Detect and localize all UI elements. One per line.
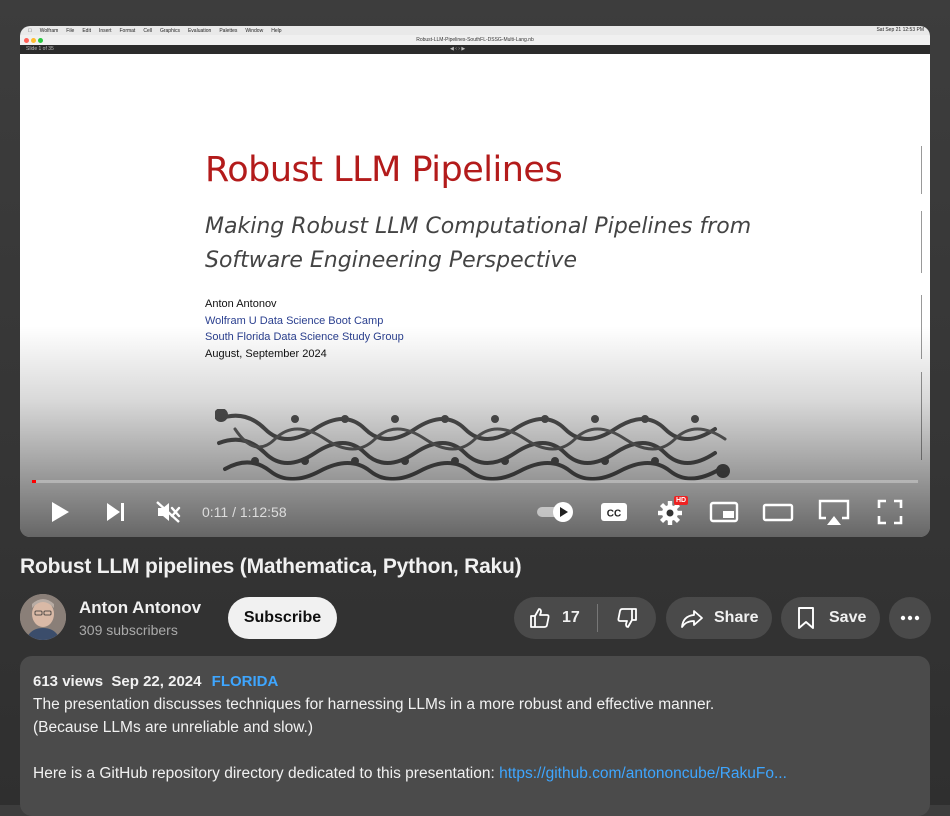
- like-count: 17: [562, 609, 580, 626]
- share-icon: [681, 610, 703, 628]
- share-label: Share: [714, 609, 759, 626]
- menu-item: Edit: [78, 27, 91, 34]
- channel-name[interactable]: Anton Antonov: [79, 598, 201, 618]
- play-icon: [52, 502, 69, 522]
- menu-item: Window: [241, 27, 263, 34]
- time-current: 0:11: [202, 504, 229, 520]
- channel-avatar[interactable]: [20, 594, 66, 640]
- mac-menubar:  Wolfram File Edit Insert Format Cell G…: [20, 26, 930, 35]
- time-display: 0:11 / 1:12:58: [202, 504, 287, 520]
- airplay-button[interactable]: [814, 492, 854, 532]
- slide-subtitle: Making Robust LLM Computational Pipeline…: [205, 214, 752, 273]
- location-tag[interactable]: FLORIDA: [212, 673, 279, 690]
- hd-badge: HD: [674, 496, 689, 505]
- share-button[interactable]: Share: [666, 597, 772, 639]
- presentation-slide: Robust LLM Pipelines Making Robust LLM C…: [20, 54, 930, 537]
- slide-author: Anton Antonov: [205, 298, 277, 310]
- menu-item: Evaluation: [184, 27, 211, 34]
- description-line: (Because LLMs are unreliable and slow.): [33, 719, 314, 736]
- apple-icon: : [28, 28, 32, 34]
- autoplay-toggle-icon: [537, 502, 573, 522]
- subscribe-button[interactable]: Subscribe: [228, 597, 337, 639]
- miniplayer-button[interactable]: [706, 492, 742, 532]
- upload-date: Sep 22, 2024: [111, 673, 202, 690]
- description-meta: 613 views Sep 22, 2024 FLORIDA: [33, 673, 278, 690]
- fullscreen-button[interactable]: [872, 492, 908, 532]
- slide-author-block: Anton Antonov Wolfram U Data Science Boo…: [205, 296, 404, 362]
- next-button[interactable]: [100, 492, 132, 532]
- menu-item: Wolfram: [36, 27, 59, 34]
- menu-item: Insert: [95, 27, 112, 34]
- document-title: Robust-LLM-Pipelines-SouthFL-DSSG-Multi-…: [416, 37, 534, 43]
- description-line: The presentation discusses techniques fo…: [33, 696, 715, 713]
- like-dislike-group: 17: [514, 597, 656, 639]
- bookmark-icon: [798, 607, 814, 629]
- mac-clock: Sat Sep 21 12:53 PM: [876, 27, 924, 33]
- play-button[interactable]: [44, 492, 76, 532]
- description-box[interactable]: 613 views Sep 22, 2024 FLORIDA The prese…: [20, 656, 930, 816]
- github-link[interactable]: https://github.com/antononcube/RakuFo...: [499, 765, 787, 782]
- progress-played: [32, 480, 36, 483]
- slide-indicator: Slide 1 of 35: [26, 46, 54, 52]
- slide-title: Robust LLM Pipelines: [205, 150, 563, 190]
- captions-button[interactable]: CC: [596, 492, 632, 532]
- cell-bracket: [921, 146, 922, 194]
- autoplay-toggle[interactable]: [532, 492, 578, 532]
- fullscreen-icon: [877, 499, 903, 525]
- view-count: 613 views: [33, 673, 104, 690]
- decorative-pattern: [215, 409, 730, 481]
- cell-bracket: [921, 295, 922, 359]
- time-separator: /: [232, 504, 236, 520]
- save-button[interactable]: Save: [781, 597, 880, 639]
- slide-affiliation: South Florida Data Science Study Group: [205, 331, 404, 343]
- slide-nav-icon: ◀ ‹ › ▶: [450, 46, 466, 52]
- slide-date: August, September 2024: [205, 347, 327, 360]
- mute-button[interactable]: [150, 492, 186, 532]
- player-controls: 0:11 / 1:12:58 CC HD: [20, 492, 930, 532]
- more-actions-button[interactable]: [889, 597, 931, 639]
- airplay-icon: [818, 499, 850, 525]
- theater-icon: [762, 503, 794, 522]
- slide-toolbar: Slide 1 of 35 ◀ ‹ › ▶: [20, 45, 930, 54]
- menu-item: Cell: [139, 27, 152, 34]
- like-button[interactable]: 17: [514, 597, 597, 639]
- video-title: Robust LLM pipelines (Mathematica, Pytho…: [20, 555, 522, 578]
- settings-button[interactable]: HD: [650, 492, 690, 532]
- save-label: Save: [829, 609, 867, 626]
- miniplayer-icon: [709, 501, 739, 523]
- subscriber-count: 309 subscribers: [79, 622, 178, 638]
- captions-icon: CC: [601, 503, 627, 521]
- svg-text:CC: CC: [607, 509, 621, 520]
- next-icon: [107, 503, 124, 521]
- avatar-image: [20, 594, 66, 640]
- dislike-button[interactable]: [598, 597, 656, 639]
- cell-bracket: [921, 372, 922, 460]
- time-total: 1:12:58: [239, 504, 287, 520]
- video-player[interactable]:  Wolfram File Edit Insert Format Cell G…: [20, 26, 930, 537]
- slide-affiliation: Wolfram U Data Science Boot Camp: [205, 314, 384, 327]
- more-horizontal-icon: [900, 615, 920, 621]
- description-line: Here is a GitHub repository directory de…: [33, 765, 787, 783]
- thumbs-up-icon: [530, 608, 550, 628]
- menu-item: Help: [267, 27, 281, 34]
- theater-mode-button[interactable]: [760, 492, 796, 532]
- description-text: Here is a GitHub repository directory de…: [33, 765, 500, 782]
- menu-item: Palettes: [215, 27, 237, 34]
- mute-icon: [156, 501, 181, 523]
- thumbs-down-icon: [617, 608, 637, 628]
- menu-item: File: [62, 27, 74, 34]
- progress-bar[interactable]: [32, 480, 918, 483]
- menu-item: Graphics: [156, 27, 180, 34]
- menu-item: Format: [115, 27, 135, 34]
- cell-bracket: [921, 211, 922, 273]
